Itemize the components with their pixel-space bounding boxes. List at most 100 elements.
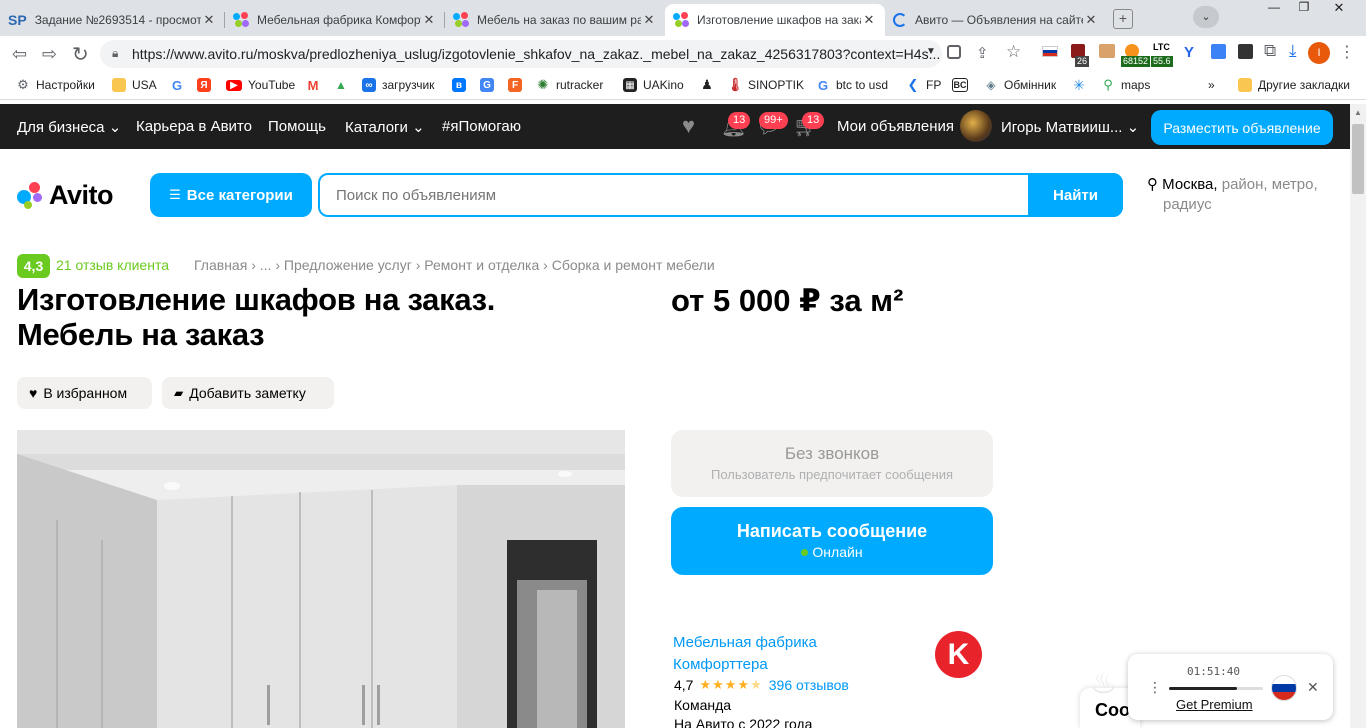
back-arrow-icon[interactable]: ⇦ [12, 44, 27, 65]
listing-photo[interactable] [17, 430, 625, 728]
bookmark-translate[interactable]: G [480, 78, 500, 92]
close-icon[interactable]: ✕ [861, 12, 877, 28]
rating-badge: 4,3 [17, 254, 50, 278]
bookmark-exchanger[interactable]: ◈ Обмінник [984, 78, 1056, 92]
profile-avatar[interactable]: I [1308, 42, 1330, 64]
get-premium-link[interactable]: Get Premium [1176, 697, 1253, 712]
write-message-button[interactable]: Написать сообщение Онлайн [671, 507, 993, 575]
browser-tab[interactable]: Авито — Объявления на сайте ✕ [885, 4, 1107, 36]
seller-type: Команда [674, 697, 732, 713]
bookmark-btc[interactable]: Gbtc to usd [816, 78, 888, 93]
bookmark-google[interactable]: G [170, 78, 190, 93]
blocked-popup-icon[interactable] [947, 45, 961, 59]
heart-icon[interactable]: ♥ [682, 113, 695, 139]
bookmark-usa[interactable]: USA [112, 78, 157, 92]
bookmarks-overflow[interactable]: » [1208, 78, 1215, 92]
scrollbar-thumb[interactable] [1352, 124, 1364, 194]
extension-badge: 26 [1075, 56, 1090, 67]
reviews-link[interactable]: 21 отзыв клиента [56, 257, 169, 273]
no-calls-title: Без звонков [784, 444, 880, 463]
new-tab-button[interactable]: + [1113, 9, 1133, 29]
avatar[interactable] [960, 110, 992, 142]
dark-extension-icon[interactable] [1238, 44, 1253, 59]
nav-help-tag[interactable]: #яПомогаю [442, 118, 521, 135]
russian-flag-extension-icon[interactable] [1042, 46, 1058, 57]
scroll-up-icon[interactable]: ▲ [1354, 108, 1362, 117]
breadcrumb-item[interactable]: Ремонт и отделка [424, 257, 539, 273]
vpn-menu-icon[interactable]: ⋮ [1148, 679, 1162, 696]
breadcrumb-item[interactable]: Предложение услуг [284, 257, 412, 273]
seller-reviews-link[interactable]: 396 отзывов [769, 677, 849, 693]
map-pin-icon: ⚲ [1147, 176, 1158, 193]
bookmark-f[interactable]: F [508, 78, 528, 92]
reload-icon[interactable]: ↻ [72, 42, 89, 67]
browser-tab[interactable]: SP Задание №2693514 - просмотр ✕ [0, 4, 225, 36]
close-icon[interactable]: ✕ [1307, 679, 1319, 696]
seller-logo[interactable]: K [935, 631, 982, 678]
downloads-icon[interactable]: ⤓ [1289, 41, 1297, 61]
messages-badge: 99+ [759, 112, 788, 129]
breadcrumb-item[interactable]: ... [260, 257, 272, 273]
breadcrumb-item[interactable]: Главная [194, 257, 247, 273]
russia-flag-icon[interactable] [1271, 675, 1297, 701]
search-input[interactable] [320, 175, 1030, 215]
download-extension-icon[interactable] [1211, 44, 1226, 59]
page-title: Изготовление шкафов на заказ. Мебель на з… [17, 282, 496, 352]
close-icon[interactable]: ✕ [641, 12, 657, 28]
bookmark-bc[interactable]: BC [952, 78, 974, 92]
page-scrollbar[interactable]: ▲ [1350, 104, 1366, 728]
nav-catalogs[interactable]: Каталоги ⌄ [345, 118, 425, 136]
face-extension-icon[interactable] [1099, 44, 1115, 58]
bookmark-star[interactable]: ✳ [1072, 77, 1092, 93]
sp-favicon-icon: SP [8, 12, 27, 28]
address-bar[interactable]: 🔒︎ https://www.avito.ru/moskva/predlozhe… [100, 40, 942, 68]
browser-tab[interactable]: Мебель на заказ по вашим ра ✕ [445, 4, 665, 36]
tab-search-icon[interactable]: ⌄ [1193, 6, 1219, 28]
other-bookmarks[interactable]: Другие закладки [1238, 78, 1350, 92]
share-icon[interactable]: ⇪ [976, 44, 989, 62]
y-extension-icon[interactable]: Y [1184, 44, 1194, 61]
bookmark-fp[interactable]: ❮ FP [906, 77, 942, 92]
restore-button[interactable]: ❐ [1289, 0, 1319, 20]
bookmark-star-icon[interactable]: ☆ [1006, 42, 1021, 62]
bookmark-gmail[interactable]: M [306, 78, 326, 93]
bookmark-sinoptik[interactable]: 🌡︎ SINOPTIK [727, 77, 804, 92]
browser-tab-active[interactable]: Изготовление шкафов на зака ✕ [665, 4, 885, 36]
f-icon: F [508, 78, 522, 92]
nav-career[interactable]: Карьера в Авито [136, 118, 252, 135]
bookmark-rutracker[interactable]: ✺ rutracker [536, 77, 604, 92]
add-note-button[interactable]: ▰ Добавить заметку [162, 377, 334, 409]
bookmark-uakino[interactable]: ▦ UAKino [623, 78, 684, 92]
location-selector[interactable]: ⚲ Москва, район, метро, радиус [1147, 175, 1342, 215]
bookmark-youtube[interactable]: ▶ YouTube [226, 78, 295, 92]
avito-logo[interactable]: Avito [17, 179, 127, 211]
window-close-button[interactable]: ✕ [1319, 0, 1359, 20]
favorite-button[interactable]: ♥ В избранном [17, 377, 152, 409]
chevron-down-icon[interactable]: ▼ [926, 46, 936, 57]
nav-my-ads[interactable]: Мои объявления [837, 118, 954, 135]
browser-tab[interactable]: Мебельная фабрика Комфорт ✕ [225, 4, 445, 36]
minimize-button[interactable]: — [1259, 0, 1289, 20]
nav-user[interactable]: Игорь Матвииш... ⌄ [1001, 118, 1139, 136]
forward-arrow-icon[interactable]: ⇨ [42, 44, 57, 65]
post-ad-button[interactable]: Разместить объявление [1151, 110, 1333, 145]
bookmark-downloader[interactable]: ∞ загрузчик [362, 78, 434, 92]
bookmark-vk[interactable]: в [452, 78, 472, 92]
menu-kebab-icon[interactable]: ⋮ [1339, 42, 1355, 62]
nav-business[interactable]: Для бизнеса ⌄ [17, 118, 121, 136]
breadcrumb-item[interactable]: Сборка и ремонт мебели [552, 257, 715, 273]
all-categories-button[interactable]: ☰ Все категории [150, 173, 312, 217]
bookmark-profile[interactable]: ♟ [700, 77, 720, 92]
no-calls-button[interactable]: Без звонков Пользователь предпочитает со… [671, 430, 993, 497]
search-button[interactable]: Найти [1028, 173, 1123, 217]
bookmark-drive[interactable]: ▲ [334, 78, 354, 92]
extensions-puzzle-icon[interactable]: ⧉ [1264, 41, 1276, 61]
bookmark-yandex[interactable]: Я [197, 78, 217, 92]
bookmark-settings[interactable]: ⚙ Настройки [16, 77, 95, 92]
close-icon[interactable]: ✕ [421, 12, 437, 28]
close-icon[interactable]: ✕ [201, 12, 217, 28]
seller-name[interactable]: Мебельная фабрика Комфорттера [673, 632, 817, 676]
nav-help[interactable]: Помощь [268, 118, 326, 135]
close-icon[interactable]: ✕ [1083, 12, 1099, 28]
bookmark-maps[interactable]: ⚲ maps [1101, 77, 1150, 92]
